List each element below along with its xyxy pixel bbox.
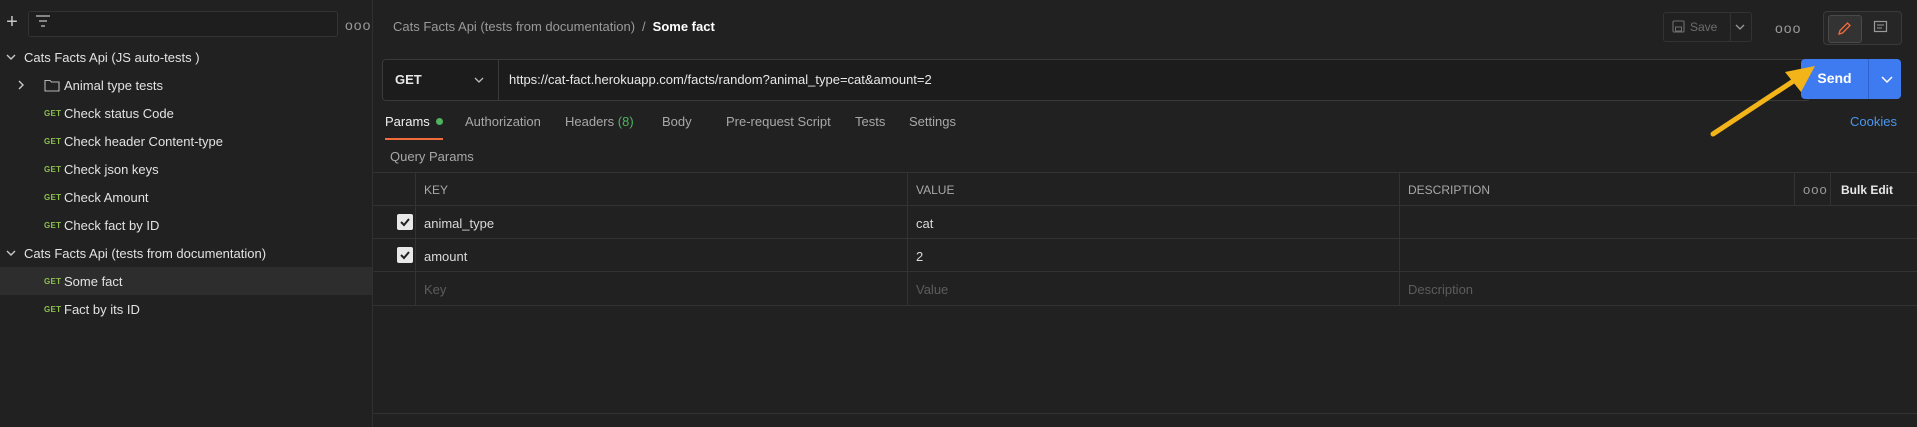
save-button[interactable]: Save: [1663, 12, 1731, 42]
collection-item[interactable]: Cats Facts Api (tests from documentation…: [0, 239, 372, 267]
send-divider: [1868, 59, 1869, 99]
collection-name: Cats Facts Api (tests from documentation…: [24, 245, 267, 261]
more-horizontal-icon[interactable]: ooo: [1803, 182, 1828, 197]
column-key: KEY: [415, 173, 908, 206]
column-options[interactable]: ooo: [1794, 173, 1831, 206]
table-header: KEY VALUE DESCRIPTION ooo Bulk Edit: [373, 172, 1917, 206]
request-name: Some fact: [64, 273, 123, 289]
value-placeholder: Value: [916, 282, 949, 297]
description-input[interactable]: Description: [1399, 272, 1917, 305]
breadcrumb-current[interactable]: Some fact: [653, 19, 715, 34]
param-value: 2: [916, 249, 924, 264]
tab-headers-label: Headers: [565, 114, 615, 129]
column-value-label: VALUE: [916, 183, 955, 197]
key-cell[interactable]: animal_type: [415, 206, 908, 239]
table-row-new: Key Value Description: [373, 271, 1917, 306]
url-input[interactable]: https://cat-fact.herokuapp.com/facts/ran…: [509, 72, 932, 87]
breadcrumb-parent[interactable]: Cats Facts Api (tests from documentation…: [393, 19, 635, 34]
param-value: cat: [916, 216, 934, 231]
column-description-label: DESCRIPTION: [1408, 183, 1491, 197]
value-cell[interactable]: 2: [907, 239, 1400, 272]
breadcrumb: Cats Facts Api (tests from documentation…: [393, 19, 715, 34]
request-name: Fact by its ID: [64, 301, 140, 317]
tab-tests[interactable]: Tests: [855, 114, 885, 129]
description-cell[interactable]: [1399, 206, 1917, 239]
cookies-link[interactable]: Cookies: [1850, 114, 1897, 129]
method-badge: GET: [44, 277, 62, 286]
param-key: animal_type: [424, 216, 495, 231]
method-value: GET: [395, 72, 422, 87]
sidebar-tree: [0, 0, 372, 427]
tab-settings[interactable]: Settings: [909, 114, 956, 129]
tab-authorization[interactable]: Authorization: [465, 114, 541, 129]
checkmark-icon: [400, 251, 410, 260]
save-label: Save: [1690, 20, 1718, 34]
save-dropdown-button[interactable]: [1729, 12, 1752, 42]
tab-params[interactable]: Params: [385, 114, 443, 129]
method-badge: GET: [44, 305, 62, 314]
tab-params-label: Params: [385, 114, 430, 129]
param-key: amount: [424, 249, 468, 264]
more-horizontal-icon[interactable]: ooo: [1775, 20, 1801, 36]
method-select[interactable]: GET: [383, 60, 499, 100]
chevron-down-icon[interactable]: [1881, 74, 1893, 84]
breadcrumb-separator: /: [642, 19, 646, 34]
description-cell[interactable]: [1399, 239, 1917, 272]
bulk-edit-button[interactable]: Bulk Edit: [1841, 183, 1893, 197]
tab-prerequest-script[interactable]: Pre-request Script: [726, 114, 831, 129]
status-dot: [435, 118, 443, 125]
tab-body[interactable]: Body: [662, 114, 692, 129]
row-checkbox[interactable]: [397, 214, 413, 230]
table-row: animal_type cat: [373, 205, 1917, 239]
query-params-title: Query Params: [390, 149, 474, 164]
annotation-arrow: [1710, 66, 1815, 137]
chevron-down-icon: [474, 77, 484, 83]
table-row: amount 2: [373, 238, 1917, 272]
key-placeholder: Key: [424, 282, 447, 297]
column-value: VALUE: [907, 173, 1400, 206]
chevron-down-icon[interactable]: [6, 248, 16, 258]
value-input[interactable]: Value: [907, 272, 1400, 305]
main-panel: Cats Facts Api (tests from documentation…: [373, 0, 1917, 427]
column-key-label: KEY: [424, 183, 449, 197]
key-input[interactable]: Key: [415, 272, 908, 305]
edit-mode-button[interactable]: [1828, 15, 1862, 43]
pencil-icon: [1838, 22, 1851, 35]
tab-headers[interactable]: Headers (8): [565, 114, 634, 129]
headers-count: (8): [617, 114, 634, 129]
row-checkbox[interactable]: [397, 247, 413, 263]
request-item[interactable]: GET Some fact: [0, 267, 372, 295]
checkmark-icon: [400, 218, 410, 227]
documentation-mode-button[interactable]: [1866, 15, 1896, 41]
bulk-edit-cell: Bulk Edit: [1830, 173, 1917, 206]
view-mode-toggle: [1823, 11, 1902, 45]
description-placeholder: Description: [1408, 282, 1474, 297]
request-item[interactable]: GET Fact by its ID: [0, 295, 372, 323]
comment-icon: [1873, 20, 1888, 33]
key-cell[interactable]: amount: [415, 239, 908, 272]
active-tab-underline: [385, 138, 443, 140]
response-divider: [373, 413, 1917, 414]
value-cell[interactable]: cat: [907, 206, 1400, 239]
save-icon: [1672, 20, 1685, 33]
column-description: DESCRIPTION: [1399, 173, 1795, 206]
chevron-down-icon: [1735, 24, 1745, 30]
request-url-bar: GET https://cat-fact.herokuapp.com/facts…: [382, 59, 1810, 101]
